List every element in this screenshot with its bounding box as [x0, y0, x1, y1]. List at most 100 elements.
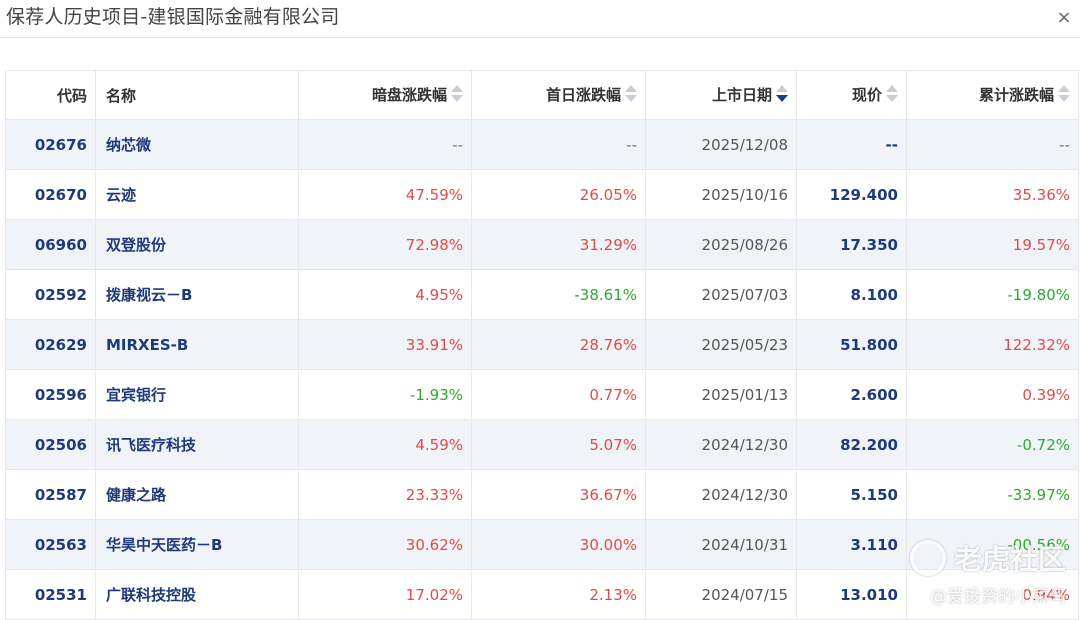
stock-name[interactable]: 宜宾银行	[95, 369, 299, 420]
cumulative-change: 0.94%	[906, 569, 1079, 620]
column-header-cumulative[interactable]: 累计涨跌幅	[906, 70, 1079, 120]
cumulative-change: -00.56%	[906, 519, 1079, 570]
column-header-first-day[interactable]: 首日涨跌幅	[471, 70, 646, 120]
stock-name[interactable]: 广联科技控股	[95, 569, 299, 620]
first-day-change: 0.77%	[471, 369, 646, 420]
sort-icon[interactable]	[1058, 83, 1070, 105]
stock-name[interactable]: 拨康视云－B	[95, 269, 299, 320]
first-day-change: 28.76%	[471, 319, 646, 370]
stock-name[interactable]: 健康之路	[95, 469, 299, 520]
listing-date: 2024/07/15	[645, 569, 797, 620]
stock-name[interactable]: 云迹	[95, 169, 299, 220]
table-row[interactable]: 02563 华昊中天医药－B 30.62% 30.00% 2024/10/31 3.110…	[5, 519, 1079, 570]
grey-market-change: 47.59%	[298, 169, 472, 220]
table-row[interactable]: 06960 双登股份 72.98% 31.29% 2025/08/26 17.350 19.…	[5, 219, 1079, 270]
stock-name[interactable]: 华昊中天医药－B	[95, 519, 299, 570]
current-price: 8.100	[796, 269, 907, 320]
table-row[interactable]: 02506 讯飞医疗科技 4.59% 5.07% 2024/12/30 82.200 -0.…	[5, 419, 1079, 470]
grey-market-change: --	[298, 119, 472, 170]
sort-icon[interactable]	[451, 83, 463, 105]
stock-name[interactable]: 讯飞医疗科技	[95, 419, 299, 470]
table-row[interactable]: 02531 广联科技控股 17.02% 2.13% 2024/07/15 13.010 0.…	[5, 569, 1079, 620]
first-day-change: 26.05%	[471, 169, 646, 220]
stock-code[interactable]: 02563	[5, 519, 96, 570]
stock-code[interactable]: 02592	[5, 269, 96, 320]
table-header-row: 代码 名称 暗盘涨跌幅 首日涨跌幅 上市日期 现价 累计涨跌幅	[5, 70, 1079, 120]
column-header-grey-market[interactable]: 暗盘涨跌幅	[298, 70, 472, 120]
listing-date: 2025/10/16	[645, 169, 797, 220]
stock-name[interactable]: 双登股份	[95, 219, 299, 270]
current-price: 129.400	[796, 169, 907, 220]
cumulative-change: -0.72%	[906, 419, 1079, 470]
first-day-change: 2.13%	[471, 569, 646, 620]
current-price: 13.010	[796, 569, 907, 620]
table-row[interactable]: 02587 健康之路 23.33% 36.67% 2024/12/30 5.150 -33.…	[5, 469, 1079, 520]
first-day-change: 5.07%	[471, 419, 646, 470]
stock-code[interactable]: 02676	[5, 119, 96, 170]
sponsor-history-table: 代码 名称 暗盘涨跌幅 首日涨跌幅 上市日期 现价 累计涨跌幅 02676 纳芯微…	[5, 70, 1079, 620]
listing-date: 2024/12/30	[645, 469, 797, 520]
header-label: 名称	[106, 86, 137, 105]
cumulative-change: 122.32%	[906, 319, 1079, 370]
listing-date: 2025/05/23	[645, 319, 797, 370]
current-price: 3.110	[796, 519, 907, 570]
dialog-title: 保荐人历史项目-建银国际金融有限公司	[6, 6, 340, 28]
header-label: 上市日期	[711, 85, 772, 104]
stock-code[interactable]: 06960	[5, 219, 96, 270]
table-row[interactable]: 02676 纳芯微 -- -- 2025/12/08 -- --	[5, 119, 1079, 170]
table-row[interactable]: 02629 MIRXES-B 33.91% 28.76% 2025/05/23 51.80…	[5, 319, 1079, 370]
column-header-price[interactable]: 现价	[796, 70, 907, 120]
column-header-name: 名称	[95, 70, 299, 120]
column-header-listing-date[interactable]: 上市日期	[645, 70, 797, 120]
cumulative-change: -19.80%	[906, 269, 1079, 320]
stock-code[interactable]: 02506	[5, 419, 96, 470]
header-label: 现价	[851, 85, 882, 104]
first-day-change: 31.29%	[471, 219, 646, 270]
first-day-change: --	[471, 119, 646, 170]
close-icon: ×	[1056, 6, 1072, 28]
current-price: 17.350	[796, 219, 907, 270]
listing-date: 2025/01/13	[645, 369, 797, 420]
sort-icon[interactable]	[625, 83, 637, 105]
stock-code[interactable]: 02531	[5, 569, 96, 620]
header-label: 首日涨跌幅	[545, 85, 621, 104]
first-day-change: -38.61%	[471, 269, 646, 320]
header-label: 暗盘涨跌幅	[371, 85, 447, 104]
cumulative-change: 0.39%	[906, 369, 1079, 420]
current-price: 5.150	[796, 469, 907, 520]
grey-market-change: 72.98%	[298, 219, 472, 270]
grey-market-change: 23.33%	[298, 469, 472, 520]
table-row[interactable]: 02592 拨康视云－B 4.95% -38.61% 2025/07/03 8.100 -1…	[5, 269, 1079, 320]
close-button[interactable]: ×	[1052, 4, 1076, 30]
cumulative-change: -33.97%	[906, 469, 1079, 520]
stock-code[interactable]: 02596	[5, 369, 96, 420]
grey-market-change: -1.93%	[298, 369, 472, 420]
listing-date: 2024/10/31	[645, 519, 797, 570]
current-price: 82.200	[796, 419, 907, 470]
column-header-code: 代码	[5, 70, 96, 120]
grey-market-change: 4.95%	[298, 269, 472, 320]
sort-icon[interactable]	[886, 83, 898, 105]
dialog-header: 保荐人历史项目-建银国际金融有限公司 ×	[0, 0, 1080, 38]
first-day-change: 30.00%	[471, 519, 646, 570]
table-row[interactable]: 02670 云迹 47.59% 26.05% 2025/10/16 129.400 35.3…	[5, 169, 1079, 220]
table-row[interactable]: 02596 宜宾银行 -1.93% 0.77% 2025/01/13 2.600 0.39%	[5, 369, 1079, 420]
listing-date: 2024/12/30	[645, 419, 797, 470]
sort-desc-icon[interactable]	[776, 83, 788, 105]
header-label: 代码	[56, 86, 87, 105]
current-price: --	[796, 119, 907, 170]
cumulative-change: 35.36%	[906, 169, 1079, 220]
current-price: 51.800	[796, 319, 907, 370]
stock-code[interactable]: 02670	[5, 169, 96, 220]
cumulative-change: --	[906, 119, 1079, 170]
grey-market-change: 17.02%	[298, 569, 472, 620]
grey-market-change: 33.91%	[298, 319, 472, 370]
stock-code[interactable]: 02629	[5, 319, 96, 370]
stock-code[interactable]: 02587	[5, 469, 96, 520]
current-price: 2.600	[796, 369, 907, 420]
stock-name[interactable]: MIRXES-B	[95, 319, 299, 370]
listing-date: 2025/08/26	[645, 219, 797, 270]
first-day-change: 36.67%	[471, 469, 646, 520]
stock-name[interactable]: 纳芯微	[95, 119, 299, 170]
header-label: 累计涨跌幅	[978, 85, 1054, 104]
